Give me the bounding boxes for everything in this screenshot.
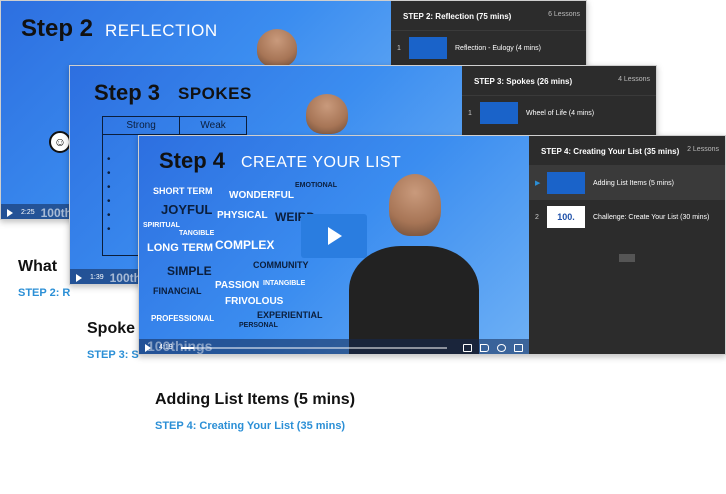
lesson-number: 2 [535, 213, 539, 221]
word-cloud-item: TANGIBLE [179, 230, 215, 237]
word-cloud-item: EMOTIONAL [295, 182, 337, 189]
settings-icon[interactable] [497, 343, 506, 352]
lesson-thumbnail [480, 102, 518, 124]
person-icon: ☺ [49, 131, 71, 153]
lesson-thumbnail [547, 172, 585, 194]
now-playing-icon: ▶ [535, 180, 541, 187]
step-label: REFLECTION [105, 21, 218, 40]
play-icon[interactable] [76, 273, 82, 282]
step-label: CREATE YOUR LIST [241, 154, 402, 171]
lesson-subtitle[interactable]: STEP 4: Creating Your List (35 mins) [155, 420, 345, 432]
presenter-head [306, 94, 348, 134]
word-cloud-item: JOYFUL [161, 202, 213, 217]
sidebar-step4: STEP 4: Creating Your List (35 mins) 2 L… [529, 136, 725, 354]
time-display: 1:39 [90, 274, 104, 281]
sidebar-title: STEP 4: Creating Your List (35 mins) [541, 147, 680, 156]
lesson-label: Challenge: Create Your List (30 mins) [593, 213, 710, 221]
table-header-weak: Weak [179, 116, 247, 135]
sidebar-header: STEP 3: Spokes (26 mins) 4 Lessons [462, 66, 656, 96]
step-label: SPOKES [178, 84, 252, 103]
scroll-handle[interactable] [619, 254, 635, 262]
progress-bar[interactable] [180, 346, 447, 349]
word-cloud-item: COMMUNITY [253, 260, 309, 270]
table-header-strong: Strong [101, 116, 181, 135]
lesson-thumbnail [409, 37, 447, 59]
step-number: Step 2 [21, 15, 94, 42]
fullscreen-icon[interactable] [514, 343, 523, 352]
time-display: 2:25 [21, 209, 35, 216]
step-number: Step 4 [159, 148, 226, 173]
play-icon[interactable] [7, 208, 13, 217]
lesson-item-active[interactable]: ▶ Adding List Items (5 mins) [529, 166, 725, 200]
word-cloud-item: PERSONAL [239, 322, 278, 329]
word-cloud-item: FINANCIAL [153, 286, 202, 296]
word-cloud-item: SIMPLE [167, 264, 212, 278]
lesson-count: 6 Lessons [548, 11, 580, 18]
word-cloud-item: PHYSICAL [217, 210, 268, 221]
lesson-title: Adding List Items (5 mins) [155, 391, 356, 408]
watermark: 100things [147, 338, 213, 354]
lesson-item[interactable]: 1 Wheel of Life (4 mins) [462, 96, 656, 130]
word-cloud-item: EXPERIENTIAL [257, 310, 323, 320]
captions-icon[interactable] [463, 343, 472, 352]
presenter-head [389, 174, 441, 236]
word-cloud-item: PASSION [215, 280, 260, 291]
word-cloud-item: INTANGIBLE [263, 280, 306, 287]
lesson-label: Adding List Items (5 mins) [593, 179, 674, 187]
word-cloud-item: SPIRITUAL [143, 222, 180, 229]
big-play-button[interactable] [301, 214, 367, 258]
sidebar-header: STEP 4: Creating Your List (35 mins) 2 L… [529, 136, 725, 166]
sidebar-header: STEP 2: Reflection (75 mins) 6 Lessons [391, 1, 586, 31]
step-number: Step 3 [94, 80, 161, 105]
lesson-item[interactable]: 2 100. Challenge: Create Your List (30 m… [529, 200, 725, 234]
word-cloud-item: LONG TERM [147, 242, 213, 254]
lesson-number: 1 [468, 109, 472, 117]
lesson-label: Reflection - Eulogy (4 mins) [455, 44, 541, 52]
lesson-title-step3: Spoke [87, 320, 136, 337]
word-cloud-item: SHORT TERM [153, 186, 213, 196]
lesson-number: 1 [397, 44, 401, 52]
sidebar-title: STEP 2: Reflection (75 mins) [403, 12, 512, 21]
lesson-count: 4 Lessons [618, 76, 650, 83]
lesson-count: 2 Lessons [687, 146, 719, 153]
lesson-item[interactable]: 1 Reflection - Eulogy (4 mins) [391, 31, 586, 65]
screenshot-stage: Step 2 REFLECTION ☺ 2:25 100thin STEP 2:… [0, 0, 726, 494]
word-cloud-item: WONDERFUL [229, 190, 294, 201]
word-cloud-item: FRIVOLOUS [225, 296, 284, 307]
sidebar-title: STEP 3: Spokes (26 mins) [474, 77, 573, 86]
lesson-subtitle-step2[interactable]: STEP 2: R [18, 287, 70, 299]
volume-icon[interactable] [480, 343, 489, 352]
lesson-title-step2: What [18, 258, 58, 275]
word-cloud-item: COMPLEX [215, 238, 275, 252]
word-cloud-item: PROFESSIONAL [151, 314, 215, 323]
lesson-label: Wheel of Life (4 mins) [526, 109, 595, 117]
lesson-card-step4: Step 4 CREATE YOUR LIST SHORT TERM WONDE… [138, 135, 726, 355]
lesson-subtitle-step3[interactable]: STEP 3: S [87, 349, 139, 361]
lesson-thumbnail: 100. [547, 206, 585, 228]
presenter-head [257, 29, 297, 67]
video-player-step4[interactable]: Step 4 CREATE YOUR LIST SHORT TERM WONDE… [139, 136, 529, 354]
